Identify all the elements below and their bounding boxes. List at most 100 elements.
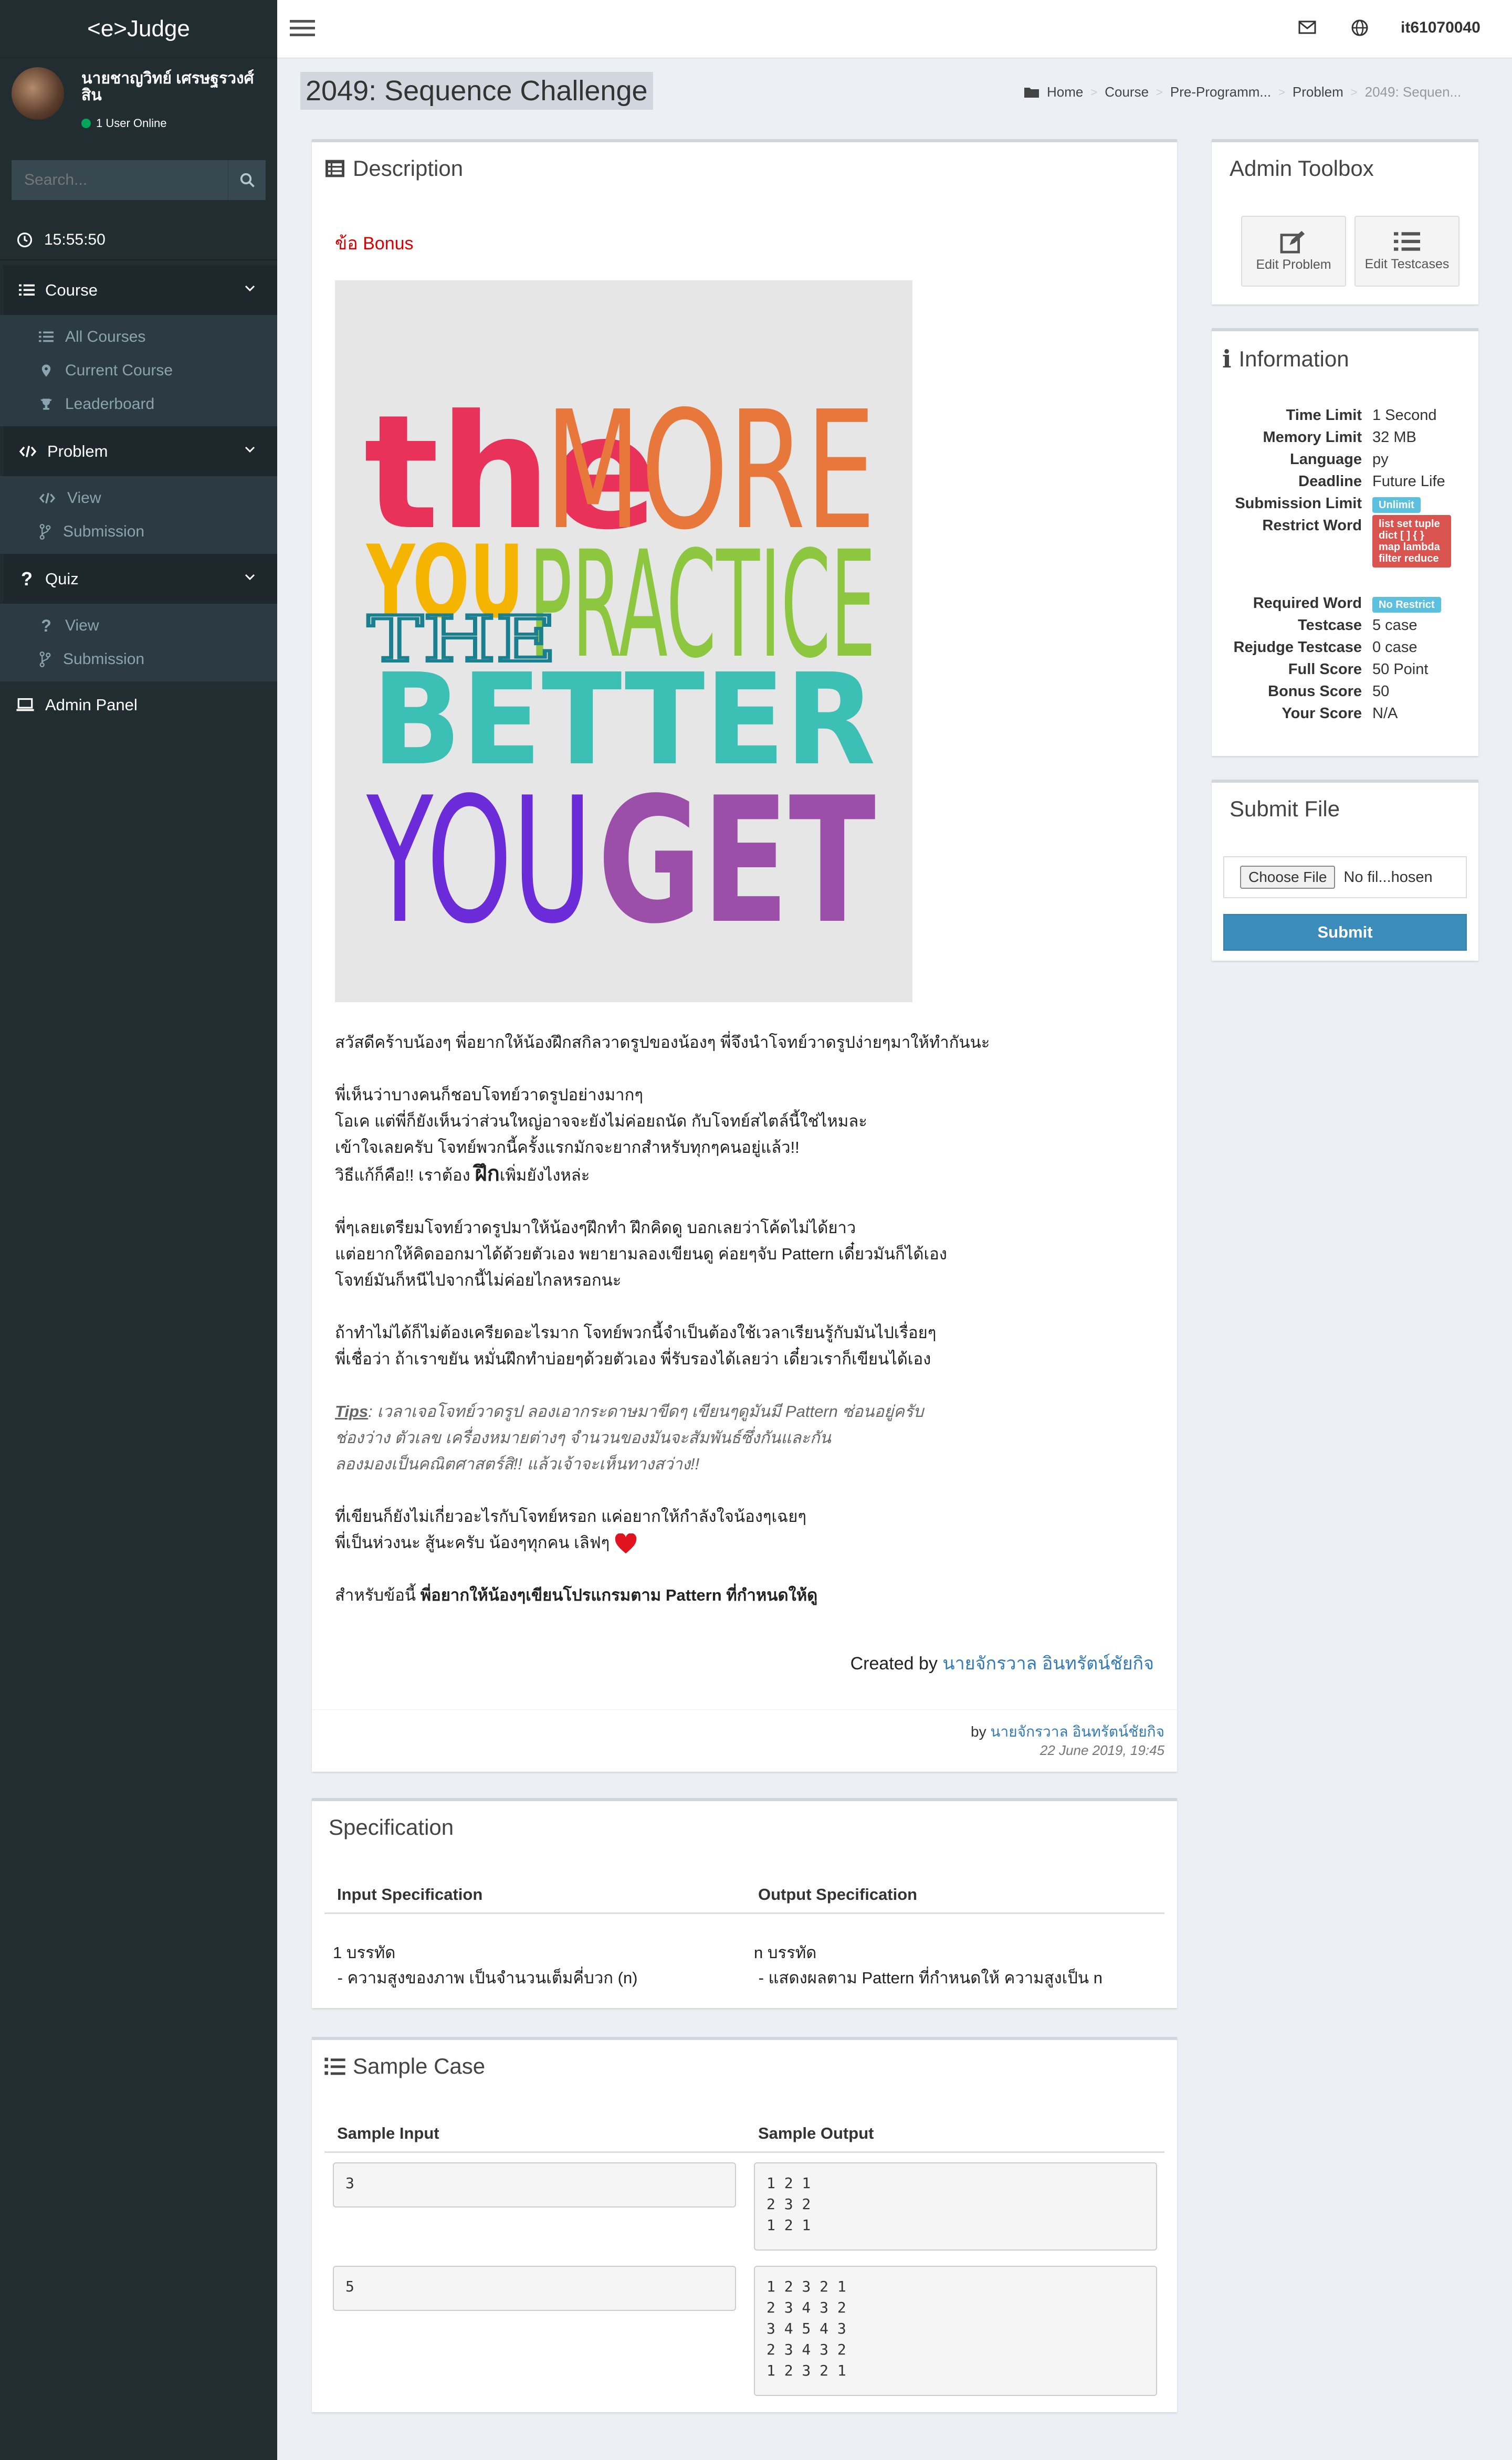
edit-icon [1280,230,1305,254]
table-divider [324,1912,1164,1914]
top-navbar: it61070040 [277,0,1512,58]
info-key: Required Word [1253,595,1362,612]
info-row: Deadline Future Life [1212,471,1478,492]
sidebar-item-admin-panel[interactable]: Admin Panel [0,681,277,729]
text-line: - ความสูงของภาพ เป็นจำนวนเต็มคี่บวก (n) [333,1969,638,1987]
info-row: Rejudge Testcase 0 case [1212,637,1478,658]
text-line: สำหรับข้อนี้ [335,1586,421,1604]
menu-toggle-icon[interactable] [290,19,315,38]
question-icon: ? [41,616,51,635]
sidebar-item-label: Submission [63,523,145,540]
specification-title: Specification [329,1815,454,1839]
description-box: Description ข้อ Bonus the MORE YOU PRACT… [312,139,1177,1772]
sidebar-item-problem-view[interactable]: View [0,481,277,515]
quiz-submenu: ? View Submission [0,604,277,681]
status-badge: Unlimit [1372,497,1421,513]
sidebar-item-problem[interactable]: Problem [0,426,277,476]
status-badge: list set tuple dict [ ] { } map lambda f… [1372,515,1451,567]
info-value: py [1372,451,1389,468]
breadcrumb-course-name[interactable]: Pre-Programm... [1170,84,1271,100]
envelope-icon[interactable] [1298,20,1316,35]
search-input[interactable] [12,160,228,200]
breadcrumb-course[interactable]: Course [1105,84,1149,100]
info-value: 32 MB [1372,429,1416,446]
admin-toolbox-title: Admin Toolbox [1230,156,1374,181]
sidebar-item-course[interactable]: Course [0,265,277,315]
specification-box: Specification Input Specification Output… [312,1798,1177,2008]
breadcrumb-problem[interactable]: Problem [1293,84,1343,100]
emphasis-text: พี่อยากให้น้องๆเขียนโปรแกรมตาม Pattern ท… [420,1586,818,1604]
submit-file-title: Submit File [1230,796,1340,821]
sidebar-item-label: Quiz [45,569,79,588]
info-key: Restrict Word [1262,517,1362,534]
info-value: 50 Point [1372,661,1429,678]
text-line: แต่อยากให้คิดออกมาได้ด้วยตัวเอง พยายามลอ… [335,1245,947,1263]
info-key: Testcase [1298,617,1362,634]
sidebar-item-problem-submission[interactable]: Submission [0,515,277,549]
paragraph: สำหรับข้อนี้ พี่อยากให้น้องๆเขียนโปรแกรม… [335,1582,1154,1609]
sidebar-item-label: Admin Panel [45,696,138,714]
author-link[interactable]: นายจักรวาล อินทรัตน์ชัยกิจ [942,1654,1154,1674]
breadcrumb-home[interactable]: Home [1047,84,1083,100]
chevron-down-icon [245,446,255,453]
info-row: Submission Limit Unlimit [1212,493,1478,514]
trophy-icon [40,398,52,410]
info-value: 1 Second [1372,407,1437,424]
text-line: พี่ๆเลยเตรียมโจทย์วาดรูปมาให้น้องๆฝึกทำ … [335,1218,856,1237]
info-key: Bonus Score [1268,683,1362,700]
text-line: พี่เป็นห่วงนะ สู้นะครับ น้องๆทุกคน เลิฟๆ [335,1533,610,1552]
sidebar-item-quiz[interactable]: ? Quiz [0,554,277,604]
sidebar-search [12,160,266,200]
list-icon [19,284,35,296]
author-link[interactable]: นายจักรวาล อินทรัตน์ชัยกิจ [990,1723,1164,1740]
info-value: 50 [1372,683,1390,700]
information-title-text: Information [1238,346,1349,371]
info-key: Rejudge Testcase [1233,639,1362,656]
sidebar-item-quiz-submission[interactable]: Submission [0,643,277,676]
sidebar-item-leaderboard[interactable]: Leaderboard [0,387,277,421]
heart-icon [615,1533,637,1553]
bonus-label: ข้อ Bonus [335,234,414,254]
info-row: Full Score 50 Point [1212,659,1478,680]
sample-input-header: Sample Input [337,2124,439,2142]
code-icon [19,445,37,457]
sidebar-item-label: Problem [47,441,108,460]
posted-by: by นายจักรวาล อินทรัตน์ชัยกิจ [971,1720,1164,1743]
edit-testcases-button[interactable]: Edit Testcases [1354,216,1460,287]
sample-output-2: 1 2 3 2 1 2 3 4 3 2 3 4 5 4 3 2 3 4 3 2 … [754,2266,1157,2396]
sidebar-item-all-courses[interactable]: All Courses [0,320,277,354]
description-body: สวัสดีคร้าบน้องๆ พี่อยากให้น้องฝึกสกิลวา… [335,1029,1154,1635]
globe-icon[interactable] [1351,19,1369,37]
list-alt-icon [326,160,344,177]
breadcrumb: Home > Course > Pre-Programm... > Problem > … [1024,84,1461,100]
sidebar-item-quiz-view[interactable]: ? View [0,609,277,643]
search-button[interactable] [228,160,266,200]
chevron-down-icon [245,285,255,292]
folder-icon [1024,87,1039,98]
info-key: Memory Limit [1263,429,1362,446]
online-dot-icon [81,119,91,128]
user-menu[interactable]: it61070040 [1401,19,1480,37]
text-line: เพิ่มยังไงหล่ะ [499,1166,590,1184]
brand-logo[interactable]: <e>Judge [0,0,277,58]
admin-toolbox: Admin Toolbox Edit Problem Edit Testcase… [1212,139,1478,304]
file-input-status: No fil...hosen [1343,868,1433,886]
map-marker-icon [41,364,51,377]
info-row: Required Word No Restrict [1212,593,1478,614]
emphasis-text: ฝึก [475,1162,500,1185]
paragraph: พี่ๆเลยเตรียมโจทย์วาดรูปมาให้น้องๆฝึกทำ … [335,1215,1154,1294]
choose-file-button[interactable]: Choose File [1240,866,1336,889]
laptop-icon [16,698,34,711]
text-line: เข้าใจเลยครับ โจทย์พวกนี้ครั้งแรกมักจะยา… [335,1138,800,1157]
edit-problem-button[interactable]: Edit Problem [1241,216,1346,287]
table-divider [324,2151,1164,2153]
search-icon [240,173,255,187]
description-title-text: Description [353,156,464,181]
file-input[interactable]: Choose File No fil...hosen [1223,856,1467,898]
information-title: i Information [1222,345,1349,373]
info-row: Bonus Score 50 [1212,681,1478,702]
clock-icon [17,232,33,248]
info-value: 0 case [1372,639,1418,656]
submit-button[interactable]: Submit [1223,914,1467,951]
sidebar-item-current-course[interactable]: Current Course [0,354,277,387]
